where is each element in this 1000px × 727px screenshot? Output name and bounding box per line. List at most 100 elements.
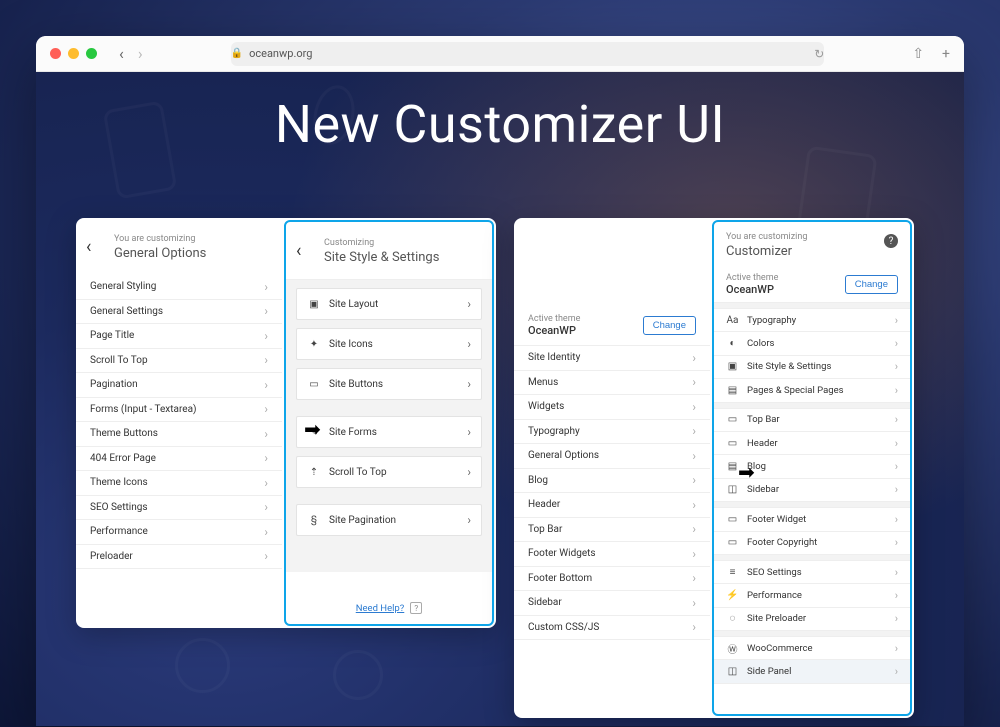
menu-item[interactable]: ▭Header› xyxy=(714,432,910,455)
menu-item[interactable]: Scroll To Top› xyxy=(76,349,282,374)
menu-item[interactable]: Theme Icons› xyxy=(76,471,282,496)
maximize-icon[interactable] xyxy=(86,48,97,59)
help-icon[interactable]: ? xyxy=(884,234,898,248)
menu-item[interactable]: SEO Settings› xyxy=(76,496,282,521)
new-tab-icon[interactable]: + xyxy=(942,46,950,62)
menu-item[interactable]: Forms (Input - Textarea)› xyxy=(76,398,282,423)
window-controls[interactable] xyxy=(50,48,97,59)
help-link[interactable]: Need Help?? xyxy=(286,572,492,624)
close-icon[interactable] xyxy=(50,48,61,59)
panel-title: Customizer xyxy=(726,244,898,259)
menu-item[interactable]: Blog› xyxy=(514,469,710,494)
menu-item[interactable]: Preloader› xyxy=(76,545,282,570)
chevron-right-icon: › xyxy=(895,566,898,579)
menu-item[interactable]: General Styling› xyxy=(76,275,282,300)
menu-item[interactable]: Sidebar› xyxy=(514,591,710,616)
menu-item[interactable]: ▣Site Style & Settings› xyxy=(714,356,910,379)
lock-icon: 🔒 xyxy=(231,48,243,59)
menu-item-label: Side Panel xyxy=(747,666,791,677)
menu-item[interactable]: ✎Site Forms› xyxy=(296,416,482,448)
back-button[interactable]: ‹ xyxy=(86,236,91,257)
share-icon[interactable]: ⇧ xyxy=(912,46,924,62)
menu-item[interactable]: ▭Footer Copyright› xyxy=(714,532,910,555)
menu-item[interactable]: Site Identity› xyxy=(514,346,710,371)
menu-item[interactable]: ≡SEO Settings› xyxy=(714,561,910,584)
menu-item[interactable]: ▤Pages & Special Pages› xyxy=(714,379,910,402)
menu-item[interactable]: Performance› xyxy=(76,520,282,545)
item-icon: ◌ xyxy=(726,613,739,624)
menu-item-label: Footer Widget xyxy=(747,514,806,525)
item-icon: ▭ xyxy=(307,377,321,391)
menu-item[interactable]: ▣Site Layout› xyxy=(296,288,482,320)
chevron-right-icon: › xyxy=(692,400,696,414)
menu-item[interactable]: ⚡Performance› xyxy=(714,584,910,607)
chevron-right-icon: › xyxy=(895,460,898,473)
minimize-icon[interactable] xyxy=(68,48,79,59)
chevron-right-icon: › xyxy=(264,427,268,441)
menu-item[interactable]: ▭Top Bar› xyxy=(714,409,910,432)
menu-item-label: Typography xyxy=(747,315,796,326)
menu-item[interactable]: ◐Colors› xyxy=(714,332,910,355)
chevron-right-icon: › xyxy=(692,449,696,463)
menu-item[interactable]: AaTypography› xyxy=(714,309,910,332)
menu-item[interactable]: 404 Error Page› xyxy=(76,447,282,472)
chevron-right-icon: › xyxy=(264,402,268,416)
menu-item[interactable]: ⓌWooCommerce› xyxy=(714,637,910,660)
item-icon: ◫ xyxy=(726,484,739,495)
menu-item[interactable]: Footer Bottom› xyxy=(514,567,710,592)
change-theme-button[interactable]: Change xyxy=(845,275,898,294)
menu-item[interactable]: §Site Pagination› xyxy=(296,504,482,536)
chevron-right-icon: › xyxy=(895,337,898,350)
menu-item[interactable]: Theme Buttons› xyxy=(76,422,282,447)
browser-toolbar: ‹ › 🔒 oceanwp.org ↻ ⇧ + xyxy=(36,36,964,72)
menu-item[interactable]: ▭Footer Widget› xyxy=(714,508,910,531)
menu-item[interactable]: Typography› xyxy=(514,420,710,445)
back-button[interactable]: ‹ xyxy=(296,240,301,261)
menu-item-label: Menus xyxy=(528,377,558,388)
active-theme-name: OceanWP xyxy=(528,324,580,337)
menu-item[interactable]: ◌Site Preloader› xyxy=(714,608,910,631)
chevron-right-icon: › xyxy=(895,612,898,625)
menu-item[interactable]: Header› xyxy=(514,493,710,518)
menu-item[interactable]: ▭Site Buttons› xyxy=(296,368,482,400)
panel-title: General Options xyxy=(114,246,264,261)
menu-item[interactable]: Footer Widgets› xyxy=(514,542,710,567)
menu-item-label: Page Title xyxy=(90,330,134,341)
change-theme-button[interactable]: Change xyxy=(643,316,696,335)
item-icon: ⚡ xyxy=(726,590,739,601)
item-icon: ▣ xyxy=(307,297,321,311)
chevron-right-icon: › xyxy=(692,620,696,634)
menu-item[interactable]: ⇡Scroll To Top› xyxy=(296,456,482,488)
chevron-right-icon: › xyxy=(895,314,898,327)
chevron-right-icon: › xyxy=(264,378,268,392)
menu-item[interactable]: Page Title › xyxy=(76,324,282,349)
menu-item[interactable]: Menus › xyxy=(514,371,710,396)
address-bar[interactable]: 🔒 oceanwp.org ↻ xyxy=(231,42,825,66)
menu-item[interactable]: General Settings› xyxy=(76,300,282,325)
active-theme-label: Active theme xyxy=(528,314,580,324)
menu-item[interactable]: ◫Side Panel› xyxy=(714,660,910,683)
chevron-right-icon: › xyxy=(895,360,898,373)
breadcrumb: You are customizing xyxy=(114,234,264,244)
menu-item[interactable]: Pagination› xyxy=(76,373,282,398)
chevron-right-icon: › xyxy=(692,375,696,389)
menu-item-label: 404 Error Page xyxy=(90,453,156,464)
menu-item[interactable]: Custom CSS/JS› xyxy=(514,616,710,641)
reload-icon[interactable]: ↻ xyxy=(814,47,824,61)
menu-item[interactable]: Widgets› xyxy=(514,395,710,420)
chevron-right-icon: › xyxy=(264,500,268,514)
breadcrumb: Customizing xyxy=(324,238,474,248)
menu-item[interactable]: ✦Site Icons› xyxy=(296,328,482,360)
menu-item-label: General Styling xyxy=(90,281,156,292)
menu-item[interactable]: Top Bar› xyxy=(514,518,710,543)
chevron-right-icon: › xyxy=(692,522,696,536)
menu-item[interactable]: General Options› xyxy=(514,444,710,469)
active-theme-label: Active theme xyxy=(726,273,778,283)
chevron-right-icon: › xyxy=(895,513,898,526)
chevron-right-icon: › xyxy=(467,377,471,391)
chevron-right-icon: › xyxy=(895,483,898,496)
menu-item-label: Header xyxy=(747,438,778,449)
chevron-right-icon: › xyxy=(264,329,268,343)
active-theme-name: OceanWP xyxy=(726,283,778,296)
back-icon[interactable]: ‹ xyxy=(119,44,124,63)
